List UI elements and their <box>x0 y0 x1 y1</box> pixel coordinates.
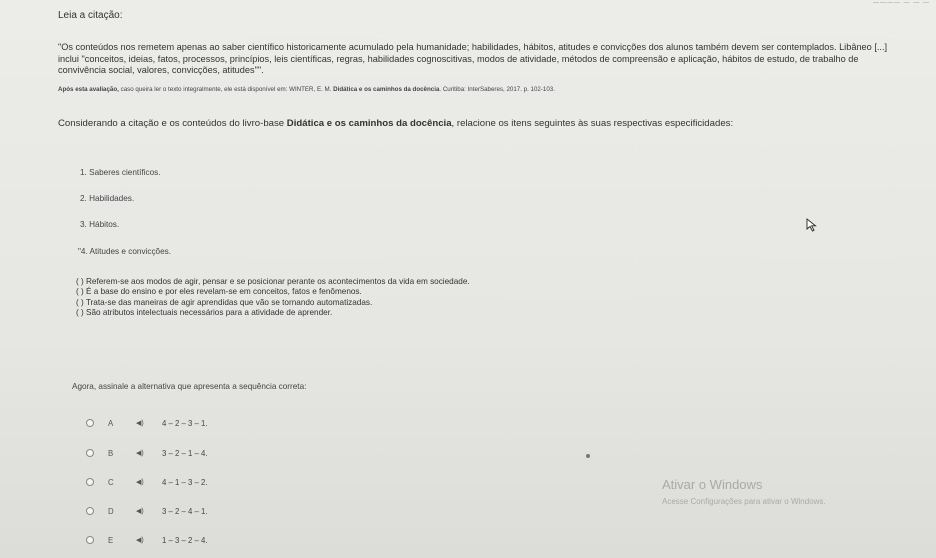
item-2: 2. Habilidades. <box>80 194 135 203</box>
option-b[interactable]: B ◀) 3 – 2 – 1 – 4. <box>86 447 208 459</box>
option-sequence: 3 – 2 – 1 – 4. <box>162 448 208 458</box>
quote-line-3: convivência social, valores, convicções,… <box>58 65 264 76</box>
option-letter: C <box>108 477 114 487</box>
option-sequence: 4 – 2 – 3 – 1. <box>162 418 208 428</box>
page-heading: Leia a citação: <box>58 10 123 21</box>
option-sequence: 1 – 3 – 2 – 4. <box>162 535 208 545</box>
item-1: 1. Saberes científicos. <box>80 168 161 177</box>
screen-dot <box>586 454 590 458</box>
speaker-icon[interactable]: ◀) <box>136 449 162 457</box>
option-letter: B <box>108 448 114 458</box>
instruction-book-title: Didática e os caminhos da docência <box>286 118 452 129</box>
item-3: 3. Hábitos. <box>80 220 120 229</box>
associations-list: ( ) Referem-se aos modos de agir, pensar… <box>76 277 470 319</box>
option-a[interactable]: A ◀) 4 – 2 – 3 – 1. <box>86 417 208 429</box>
association-3: ( ) Trata-se das maneiras de agir aprend… <box>76 297 373 307</box>
association-4: ( ) São atributos intelectuais necessári… <box>76 308 333 318</box>
source-lead: Após esta avaliação, <box>58 86 119 93</box>
option-e[interactable]: E ◀) 1 – 3 – 2 – 4. <box>86 534 208 546</box>
radio-button[interactable] <box>86 507 94 515</box>
windows-activation-title: Ativar o Windows <box>662 477 763 492</box>
source-citation: Após esta avaliação, caso queira ler o t… <box>58 86 555 93</box>
option-sequence: 4 – 1 – 3 – 2. <box>162 477 208 487</box>
option-letter: E <box>108 535 114 545</box>
quote-block: "Os conteúdos nos remetem apenas ao sabe… <box>58 42 936 77</box>
option-c[interactable]: C ◀) 4 – 1 – 3 – 2. <box>86 476 208 488</box>
instruction-text: Considerando a citação e os conteúdos do… <box>58 118 733 129</box>
speaker-icon[interactable]: ◀) <box>136 536 162 544</box>
speaker-icon[interactable]: ◀) <box>136 478 162 486</box>
instruction-pre: Considerando a citação e os conteúdos do… <box>58 118 287 129</box>
source-tail: . Curitiba: InterSaberes, 2017. p. 102-1… <box>439 86 555 93</box>
radio-button[interactable] <box>86 536 94 544</box>
association-1: ( ) Referem-se aos modos de agir, pensar… <box>76 277 470 286</box>
page: ———— — — — Leia a citação: "Os conteúdos… <box>0 0 936 558</box>
instruction-post: , relacione os itens seguintes às suas r… <box>451 118 734 129</box>
source-text: caso queira ler o texto integralmente, e… <box>118 86 334 93</box>
option-letter: D <box>108 506 114 516</box>
windows-activation-subtitle: Acesse Configurações para ativar o Windo… <box>662 497 826 506</box>
speaker-icon[interactable]: ◀) <box>136 507 162 515</box>
mouse-cursor-icon <box>806 218 817 232</box>
radio-button[interactable] <box>86 478 94 486</box>
radio-button[interactable] <box>86 419 94 427</box>
option-letter: A <box>108 418 114 428</box>
quote-line-2: inclui "conceitos, ideias, fatos, proces… <box>58 53 859 64</box>
item-4: "4. Atitudes e convicções. <box>78 247 172 256</box>
question-prompt: Agora, assinale a alternativa que aprese… <box>72 382 307 391</box>
association-2: ( ) É a base do ensino e por eles revela… <box>76 287 362 297</box>
radio-button[interactable] <box>86 449 94 457</box>
quote-line-1: "Os conteúdos nos remetem apenas ao sabe… <box>58 42 888 52</box>
option-sequence: 3 – 2 – 4 – 1. <box>162 506 208 516</box>
option-d[interactable]: D ◀) 3 – 2 – 4 – 1. <box>86 505 208 517</box>
top-right-status: ———— — — — <box>872 0 930 6</box>
speaker-icon[interactable]: ◀) <box>136 419 162 427</box>
source-book-title: Didática e os caminhos da docência <box>333 86 440 93</box>
